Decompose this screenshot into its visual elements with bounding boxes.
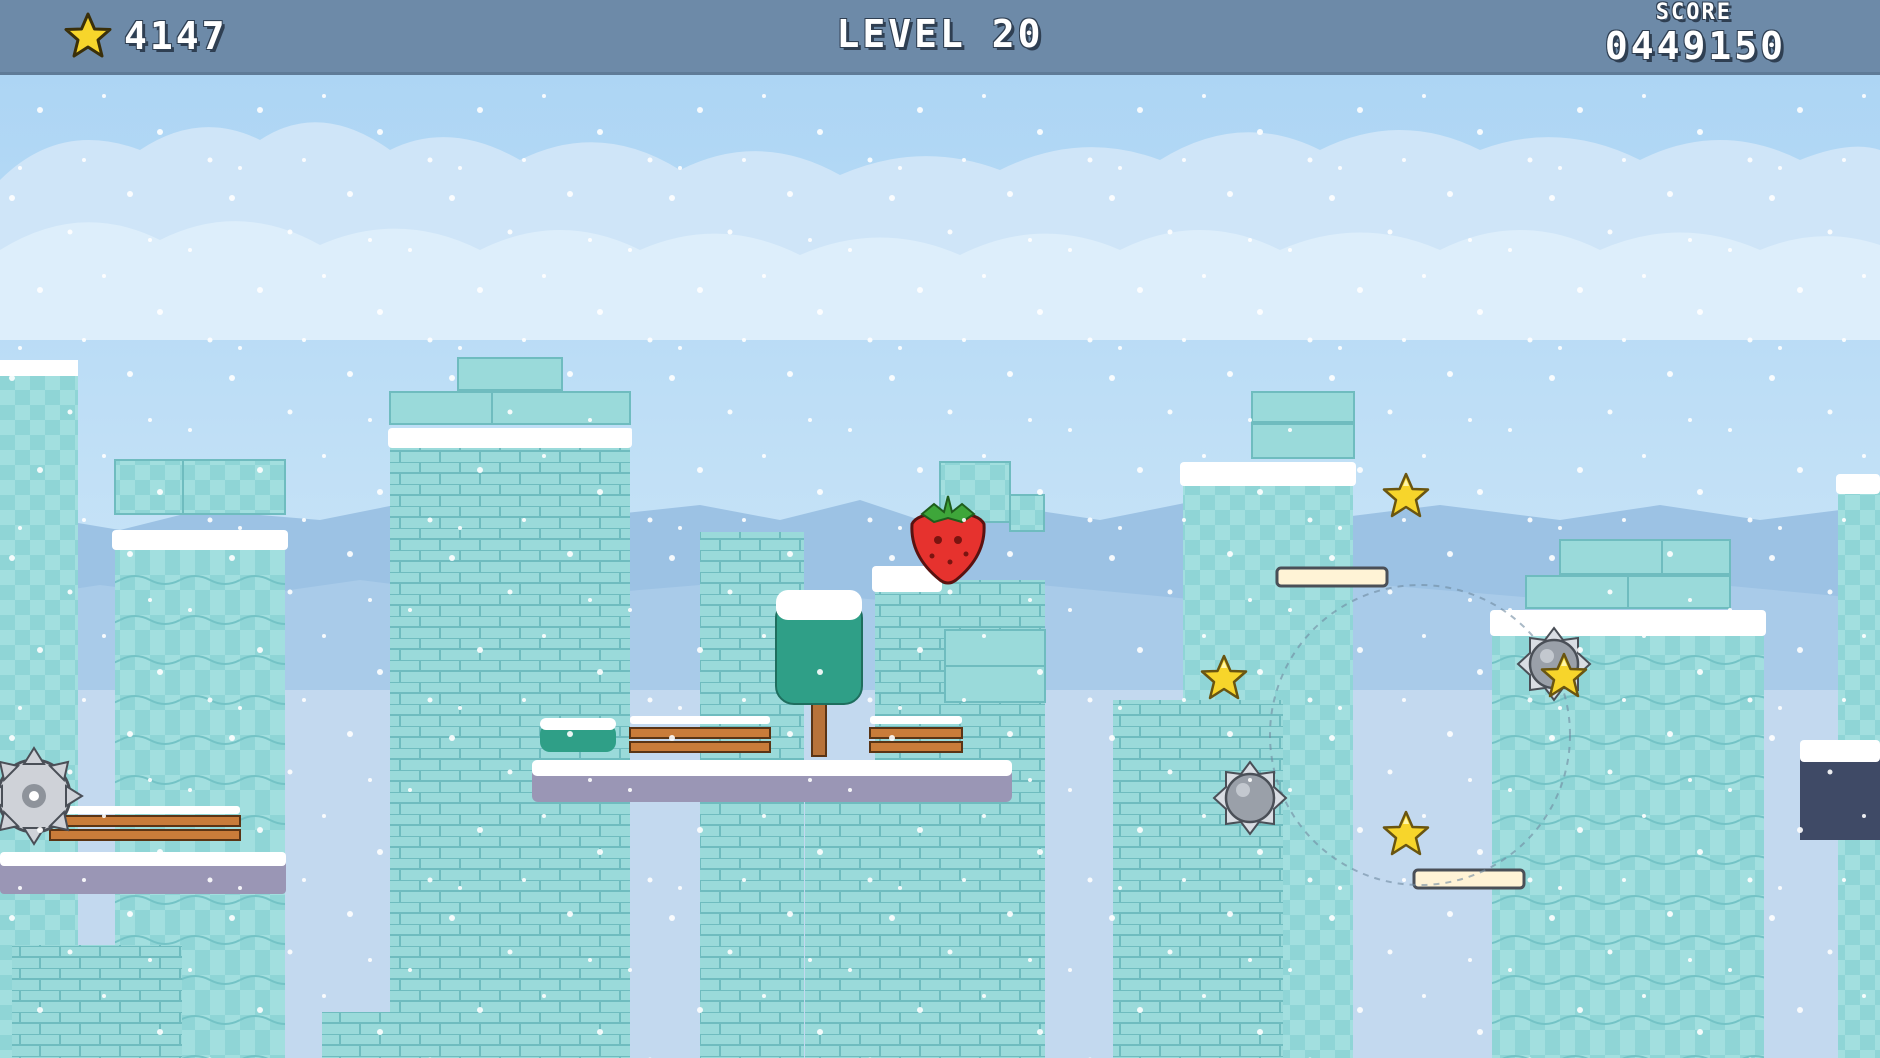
game-scene	[0, 0, 1880, 1058]
snowfall	[0, 0, 1880, 1058]
hud-bar: 4147 LEVEL 20 SCORE 0449150	[0, 0, 1880, 75]
score-label: SCORE	[1655, 0, 1732, 25]
score-value: 0449150	[1604, 24, 1786, 68]
level-indicator: LEVEL 20	[836, 12, 1044, 56]
